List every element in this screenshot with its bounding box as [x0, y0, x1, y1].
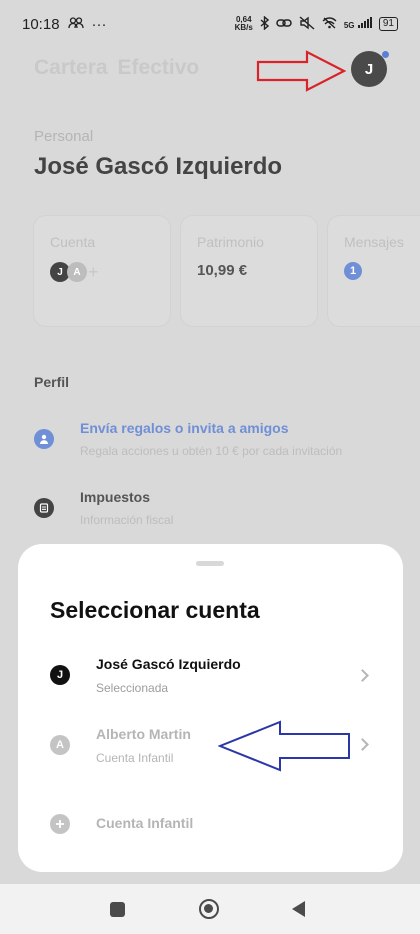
select-account-sheet: Seleccionar cuenta J José Gascó Izquierd… — [18, 544, 403, 872]
plus-circle-icon — [50, 814, 70, 834]
blue-annotation-arrow — [218, 720, 350, 772]
signal-label: 5G — [343, 21, 355, 30]
tab-efectivo[interactable]: Efectivo — [118, 56, 200, 80]
red-annotation-arrow — [256, 50, 347, 92]
account-name-alberto: Alberto Martin — [96, 726, 191, 742]
net-speed: 0,64 KB/s — [235, 16, 253, 32]
account-name-jose: José Gascó Izquierdo — [96, 656, 241, 672]
sheet-title: Seleccionar cuenta — [50, 597, 260, 623]
account-avatars: J A + — [50, 262, 154, 282]
account-avatar-j: J — [50, 665, 70, 685]
cuenta-card-title: Cuenta — [50, 234, 96, 250]
status-bar: 10:18 ··· 0,64 KB/s 5G 91 — [0, 0, 420, 48]
home-button[interactable] — [199, 899, 219, 919]
invite-title: Envía regalos o invita a amigos — [80, 420, 289, 436]
patrimonio-value: 10,99 € — [197, 262, 248, 279]
mensajes-card[interactable]: Mensajes 1 — [328, 216, 420, 326]
back-button[interactable] — [292, 901, 305, 917]
add-child-account-label: Cuenta Infantil — [96, 815, 194, 831]
more-notifications-icon: ··· — [91, 15, 107, 33]
invite-subtitle: Regala acciones u obtén 10 € por cada in… — [80, 444, 343, 458]
perfil-heading: Perfil — [34, 374, 70, 390]
add-account-plus: + — [88, 262, 99, 282]
patrimonio-card[interactable]: Patrimonio 10,99 € — [181, 216, 317, 326]
cell-signal-icon: 5G — [344, 17, 372, 31]
people-icon — [67, 16, 84, 33]
account-avatar-a: A — [50, 735, 70, 755]
avatar-a: A — [67, 262, 87, 282]
recents-button[interactable] — [110, 902, 125, 917]
document-icon — [34, 498, 54, 518]
notification-dot — [382, 51, 389, 58]
battery-indicator: 91 — [378, 17, 398, 31]
chevron-right-icon — [356, 669, 369, 682]
top-tabs: Cartera Efectivo — [34, 56, 199, 80]
person-icon — [34, 429, 54, 449]
link-icon — [276, 17, 292, 32]
personal-label: Personal — [34, 128, 94, 145]
net-speed-unit: KB/s — [234, 23, 253, 32]
mensajes-card-title: Mensajes — [344, 234, 404, 250]
chevron-right-icon — [356, 738, 369, 751]
account-status-jose: Seleccionada — [96, 681, 169, 695]
taxes-subtitle: Información fiscal — [80, 513, 174, 527]
android-nav-bar — [0, 884, 420, 934]
cuenta-card[interactable]: Cuenta J A + — [34, 216, 170, 326]
mensajes-badge: 1 — [344, 262, 362, 280]
tab-cartera[interactable]: Cartera — [34, 56, 108, 80]
sheet-drag-handle[interactable] — [196, 561, 224, 566]
bluetooth-icon — [260, 14, 269, 33]
wifi-off-icon — [322, 16, 337, 32]
status-time: 10:18 — [22, 15, 60, 33]
mute-icon — [299, 15, 315, 33]
account-status-alberto: Cuenta Infantil — [96, 751, 174, 765]
user-name: José Gascó Izquierdo — [34, 153, 283, 180]
taxes-title: Impuestos — [80, 489, 151, 505]
patrimonio-card-title: Patrimonio — [197, 234, 264, 250]
